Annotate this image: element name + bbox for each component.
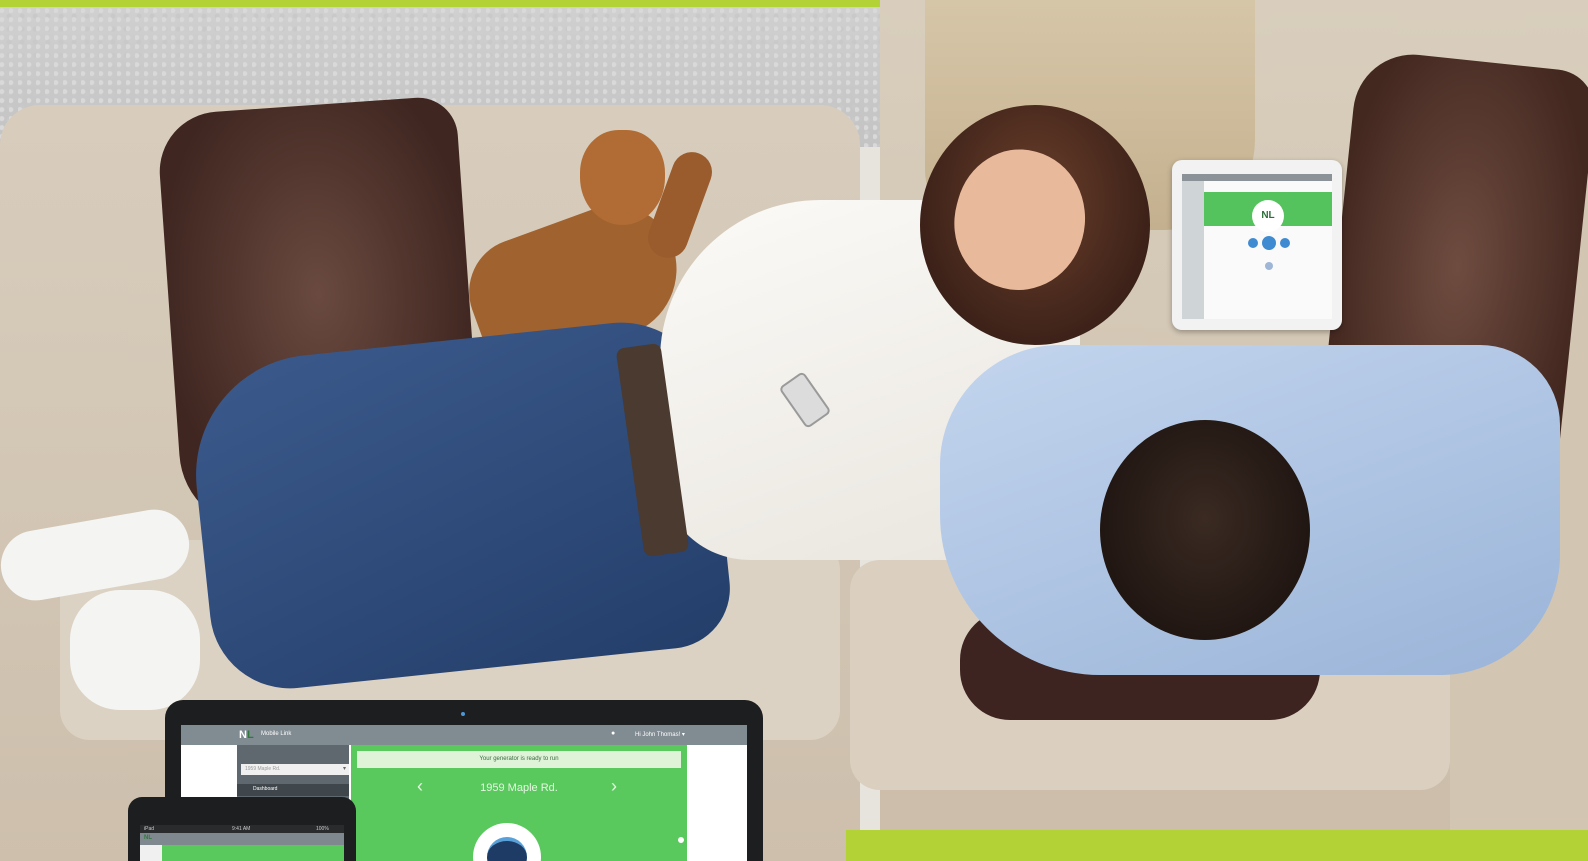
user-menu[interactable]: Hi John Thomas! ▾	[635, 731, 685, 738]
tablet-status-dot	[1280, 238, 1290, 248]
generator-status-circle[interactable]	[473, 823, 541, 861]
woman-sock	[70, 590, 200, 710]
tablet-clock: 9:41 AM	[232, 826, 251, 832]
app-logo: NL	[239, 729, 254, 741]
site-select[interactable]: 1959 Maple Rd. ▾	[241, 764, 349, 775]
tablet-status-dot	[1248, 238, 1258, 248]
chevron-down-icon: ▾	[342, 766, 346, 772]
tablet-app-logo: NL	[1252, 200, 1284, 232]
site-address: 1959 Maple Rd.	[480, 782, 558, 794]
tablet-status-dot	[1265, 262, 1273, 270]
status-banner-text: Your generator is ready to run	[479, 756, 559, 762]
tablet-app-logo: NL	[144, 835, 152, 841]
generator-icon	[487, 837, 527, 861]
site-select-value: 1959 Maple Rd.	[245, 766, 281, 772]
held-tablet: NL	[1172, 160, 1342, 330]
app-logo-n: N	[239, 729, 247, 741]
bell-icon[interactable]: ●	[611, 730, 615, 737]
status-banner: Your generator is ready to run	[357, 751, 681, 768]
hero-photo: NL NL Mobile Link ● Hi John Thomas! ▾ 19…	[0, 0, 1588, 861]
tablet-battery: 100%	[316, 826, 329, 832]
app-logo-l: L	[246, 729, 254, 741]
bottom-accent-bar	[846, 830, 1588, 861]
sidebar-item-label: Dashboard	[253, 786, 278, 792]
dog-head	[580, 130, 665, 225]
info-icon[interactable]	[678, 837, 684, 843]
app-brand: Mobile Link	[261, 731, 292, 737]
tablet-app-hero	[162, 845, 344, 861]
tablet-app-bar: NL	[140, 833, 344, 845]
tablet-app-header	[1182, 174, 1332, 181]
tablet-status-dot	[1262, 236, 1276, 250]
app-header: NL Mobile Link ● Hi John Thomas! ▾	[181, 725, 747, 745]
tablet-carrier: iPad	[144, 826, 155, 832]
app-main-panel: Your generator is ready to run ‹ 1959 Ma…	[351, 745, 687, 861]
laptop-camera	[461, 712, 465, 716]
tablet-status-bar: iPad 9:41 AM 100%	[140, 825, 344, 833]
tablet-mockup-screen: iPad 9:41 AM 100% NL	[140, 825, 344, 861]
man-head	[1100, 420, 1310, 640]
next-arrow-icon[interactable]: ›	[611, 776, 617, 797]
sidebar-item-dashboard[interactable]: Dashboard	[237, 784, 349, 796]
held-tablet-screen: NL	[1182, 174, 1332, 319]
tablet-mockup: iPad 9:41 AM 100% NL	[128, 797, 356, 861]
tablet-app-sidebar	[1182, 181, 1204, 319]
